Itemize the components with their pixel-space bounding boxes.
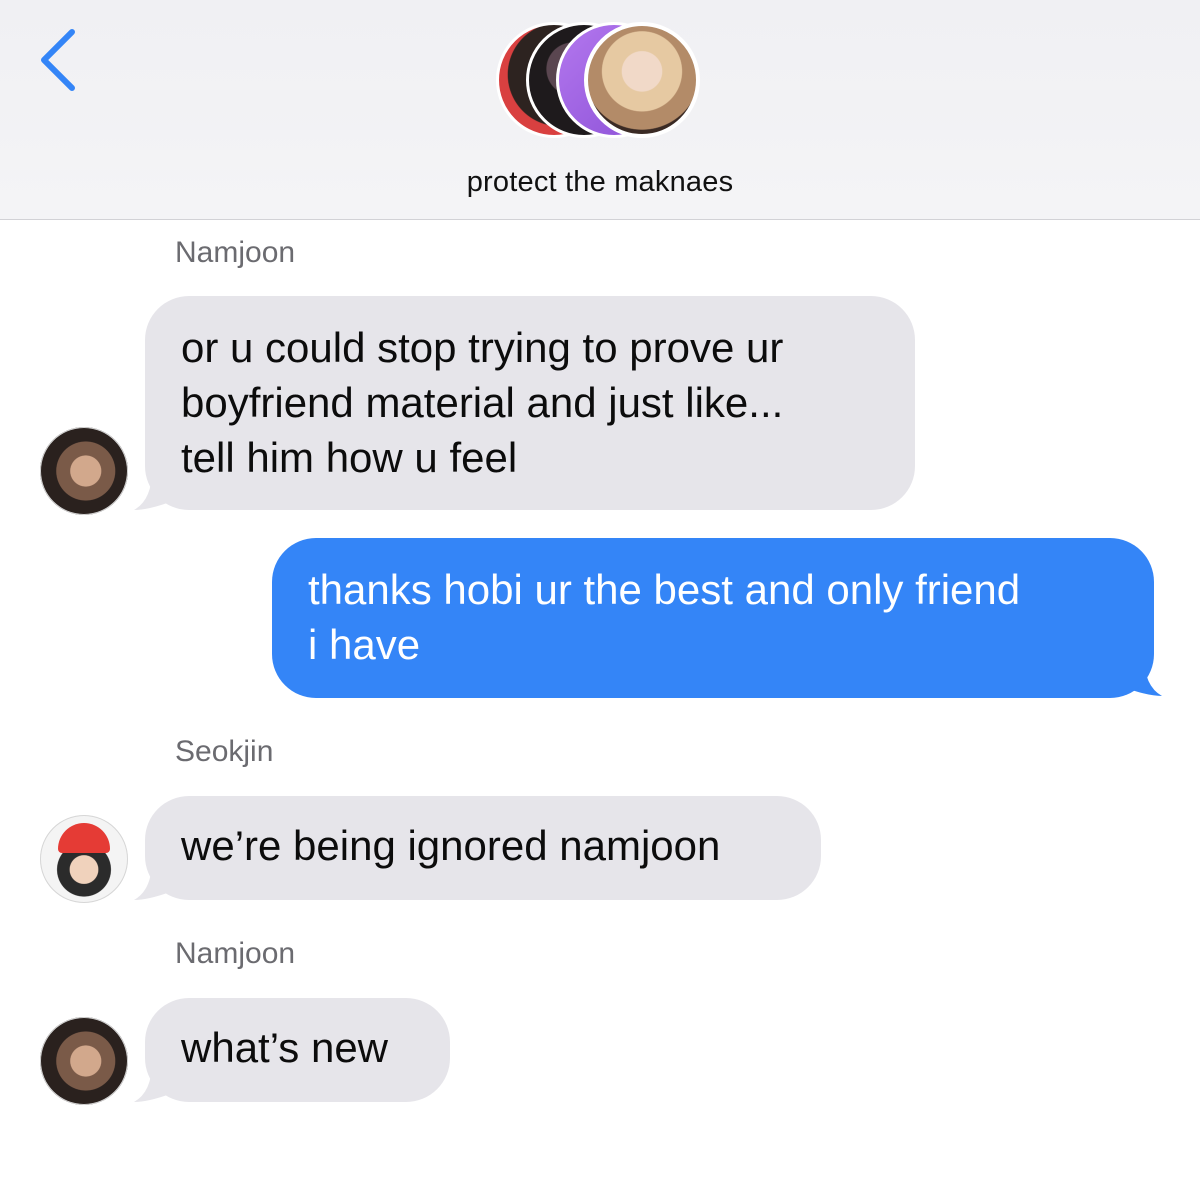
- conversation-header: protect the maknaes: [0, 0, 1200, 220]
- chevron-left-icon: [41, 29, 75, 91]
- message-text-line: thanks hobi ur the best and only friend: [308, 566, 1021, 613]
- back-button[interactable]: [30, 28, 86, 92]
- sender-name: Seokjin: [175, 735, 274, 768]
- message-bubble[interactable]: we’re being ignored namjoon: [145, 796, 821, 900]
- group-member-avatar: [584, 22, 700, 138]
- sender-name: Namjoon: [175, 236, 296, 269]
- message-bubble[interactable]: or u could stop trying to prove ur boyfr…: [145, 296, 915, 510]
- group-name[interactable]: protect the maknaes: [0, 166, 1200, 199]
- message-bubble[interactable]: what’s new: [145, 998, 450, 1102]
- sender-avatar[interactable]: [40, 1017, 128, 1105]
- sender-avatar[interactable]: [40, 427, 128, 515]
- message-text-line: i have: [308, 621, 421, 668]
- sender-avatar[interactable]: [40, 815, 128, 903]
- cap-decoration: [58, 823, 110, 853]
- message-text-line: what’s new: [181, 1024, 389, 1071]
- sender-name: Namjoon: [175, 937, 296, 970]
- message-text-line: boyfriend material and just like...: [181, 379, 784, 426]
- message-bubble[interactable]: thanks hobi ur the best and only friend …: [272, 538, 1154, 698]
- message-text-line: or u could stop trying to prove ur: [181, 324, 784, 371]
- message-text-line: tell him how u feel: [181, 434, 518, 481]
- group-avatar-stack[interactable]: [496, 22, 706, 144]
- message-text-line: we’re being ignored namjoon: [181, 822, 721, 869]
